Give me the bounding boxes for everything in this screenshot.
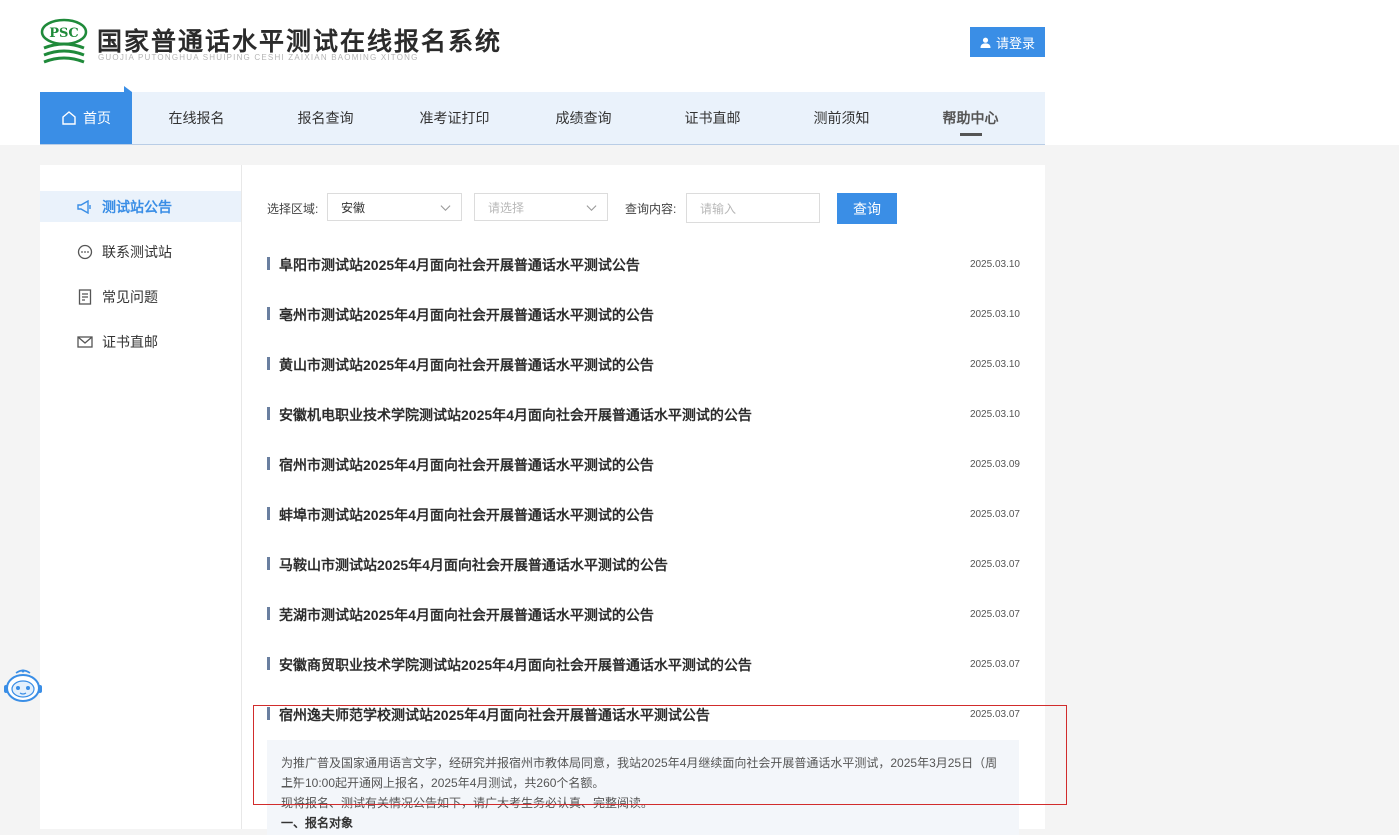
sidebar-item-label: 联系测试站 [102, 243, 172, 260]
nav-pretest-notice[interactable]: 测前须知 [777, 92, 906, 144]
content-label: 查询内容: [625, 202, 677, 216]
item-title: 蚌埠市测试站2025年4月面向社会开展普通话水平测试的公告 [279, 507, 654, 523]
list-item[interactable]: 黄山市测试站2025年4月面向社会开展普通话水平测试的公告 2025.03.10 [266, 350, 1021, 380]
megaphone-icon [76, 198, 94, 216]
nav-registration-query[interactable]: 报名查询 [261, 92, 390, 144]
sidebar-item-contact-station[interactable]: 联系测试站 [40, 236, 241, 267]
user-icon [980, 37, 991, 48]
content-panel: 测试站公告 联系测试站 常见问题 证书直邮 选择区域: 安徽 请选择 查询内容:… [40, 165, 1047, 835]
sidebar: 测试站公告 联系测试站 常见问题 证书直邮 [40, 165, 242, 829]
nav-home[interactable]: 首页 [40, 92, 132, 144]
login-label: 请登录 [995, 35, 1035, 51]
list-item[interactable]: 宿州市测试站2025年4月面向社会开展普通话水平测试的公告 2025.03.09 [266, 450, 1021, 480]
list-item[interactable]: 蚌埠市测试站2025年4月面向社会开展普通话水平测试的公告 2025.03.07 [266, 500, 1021, 530]
main-nav: 首页 在线报名 报名查询 准考证打印 成绩查询 证书直邮 测前须知 帮助中心 [40, 92, 1045, 145]
item-title: 马鞍山市测试站2025年4月面向社会开展普通话水平测试的公告 [279, 557, 668, 573]
region-label: 选择区域: [267, 202, 319, 216]
item-date: 2025.03.10 [969, 409, 1020, 420]
item-title: 宿州市测试站2025年4月面向社会开展普通话水平测试的公告 [279, 457, 654, 473]
login-button[interactable]: 请登录 [970, 27, 1045, 57]
list-item-expanded[interactable]: 宿州逸夫师范学校测试站2025年4月面向社会开展普通话水平测试公告 2025.03… [266, 700, 1021, 730]
sub-region-select[interactable]: 请选择 [474, 193, 608, 221]
region-value: 安徽 [341, 200, 366, 215]
sidebar-item-faq[interactable]: 常见问题 [40, 281, 241, 312]
excerpt-line: 现将报名、测试有关情况公告如下，请广大考生务必认真、完整阅读。 [281, 796, 654, 810]
document-icon [76, 288, 94, 306]
item-date: 2025.03.07 [969, 559, 1020, 570]
item-date: 2025.03.10 [969, 359, 1020, 370]
item-date: 2025.03.09 [969, 459, 1020, 470]
query-button[interactable]: 查询 [837, 193, 897, 224]
sidebar-item-certificate-mail[interactable]: 证书直邮 [40, 326, 241, 357]
item-marker [267, 407, 270, 420]
nav-home-label: 首页 [83, 110, 111, 126]
list-item[interactable]: 芜湖市测试站2025年4月面向社会开展普通话水平测试的公告 2025.03.07 [266, 600, 1021, 630]
sidebar-item-label: 证书直邮 [102, 333, 158, 350]
region-select[interactable]: 安徽 [327, 193, 462, 221]
nav-certificate-mail[interactable]: 证书直邮 [648, 92, 777, 144]
item-date: 2025.03.10 [969, 309, 1020, 320]
item-date: 2025.03.07 [969, 509, 1020, 520]
site-subtitle: GUOJIA PUTONGHUA SHUIPING CESHI ZAIXIAN … [98, 53, 419, 62]
item-marker [267, 357, 270, 370]
excerpt-heading: 一、报名对象 [281, 816, 354, 830]
item-date: 2025.03.10 [969, 259, 1020, 270]
mail-icon [76, 333, 94, 351]
logo-text: PSC [49, 26, 79, 41]
excerpt-line: 上午10:00起开通网上报名，2025年4月测试，共260个名额。 [281, 776, 605, 790]
chevron-down-icon [440, 205, 451, 212]
item-marker [267, 307, 270, 320]
nav-score-query[interactable]: 成绩查询 [519, 92, 648, 144]
item-title: 安徽机电职业技术学院测试站2025年4月面向社会开展普通话水平测试的公告 [279, 407, 752, 423]
item-marker [267, 607, 270, 620]
robot-assistant-icon[interactable] [2, 668, 44, 704]
sidebar-item-label: 常见问题 [102, 288, 158, 305]
sidebar-item-station-announcements[interactable]: 测试站公告 [40, 191, 241, 222]
header: PSC 国家普通话水平测试在线报名系统 GUOJIA PUTONGHUA SHU… [0, 0, 1399, 145]
item-marker [267, 657, 270, 670]
psc-logo: PSC [40, 18, 88, 64]
list-item[interactable]: 阜阳市测试站2025年4月面向社会开展普通话水平测试公告 2025.03.10 [266, 250, 1021, 280]
announcement-excerpt: 为推广普及国家通用语言文字，经研究并报宿州市教体局同意，我站2025年4月继续面… [267, 740, 1019, 835]
chevron-down-icon [586, 205, 597, 212]
home-icon [62, 111, 76, 125]
item-title: 阜阳市测试站2025年4月面向社会开展普通话水平测试公告 [279, 257, 640, 273]
list-item[interactable]: 安徽机电职业技术学院测试站2025年4月面向社会开展普通话水平测试的公告 2025… [266, 400, 1021, 430]
list-item[interactable]: 安徽商贸职业技术学院测试站2025年4月面向社会开展普通话水平测试的公告 2025… [266, 650, 1021, 680]
item-title: 黄山市测试站2025年4月面向社会开展普通话水平测试的公告 [279, 357, 654, 373]
item-title: 亳州市测试站2025年4月面向社会开展普通话水平测试的公告 [279, 307, 654, 323]
item-date: 2025.03.07 [969, 659, 1020, 670]
sub-region-placeholder: 请选择 [488, 200, 525, 215]
item-marker [267, 707, 270, 720]
list-item[interactable]: 马鞍山市测试站2025年4月面向社会开展普通话水平测试的公告 2025.03.07 [266, 550, 1021, 580]
item-date: 2025.03.07 [969, 609, 1020, 620]
item-title: 安徽商贸职业技术学院测试站2025年4月面向社会开展普通话水平测试的公告 [279, 657, 752, 673]
content-input[interactable]: 请输入 [686, 193, 820, 223]
item-date: 2025.03.07 [969, 709, 1020, 720]
item-marker [267, 507, 270, 520]
nav-help-center[interactable]: 帮助中心 [906, 92, 1035, 144]
chat-icon [76, 243, 94, 261]
nav-online-registration[interactable]: 在线报名 [132, 92, 261, 144]
item-marker [267, 557, 270, 570]
item-title: 芜湖市测试站2025年4月面向社会开展普通话水平测试的公告 [279, 607, 654, 623]
item-marker [267, 257, 270, 270]
list-item[interactable]: 亳州市测试站2025年4月面向社会开展普通话水平测试的公告 2025.03.10 [266, 300, 1021, 330]
nav-admission-ticket-print[interactable]: 准考证打印 [390, 92, 519, 144]
filter-bar: 选择区域: 安徽 请选择 查询内容: 请输入 查询 [267, 193, 1047, 224]
item-marker [267, 457, 270, 470]
content-placeholder: 请输入 [700, 201, 737, 216]
item-title: 宿州逸夫师范学校测试站2025年4月面向社会开展普通话水平测试公告 [279, 707, 710, 723]
sidebar-item-label: 测试站公告 [102, 198, 172, 215]
